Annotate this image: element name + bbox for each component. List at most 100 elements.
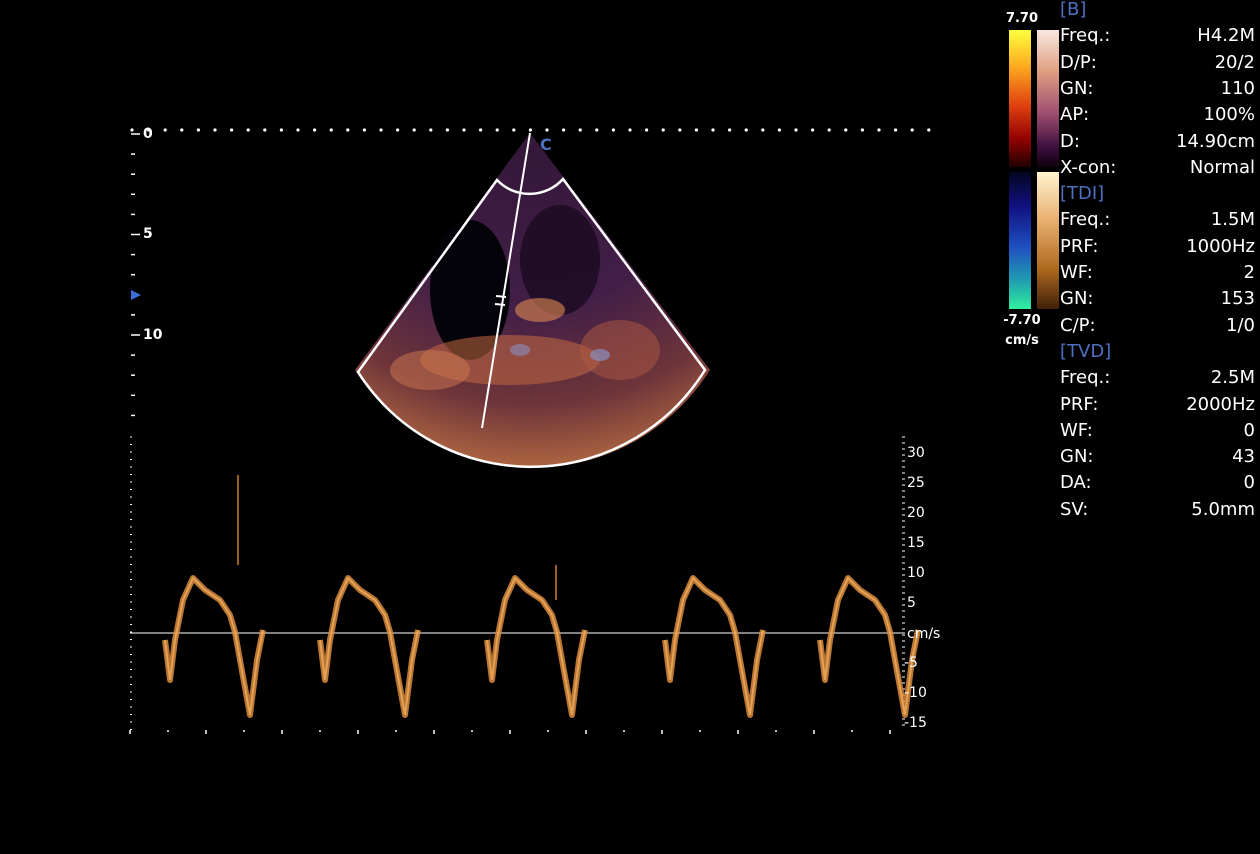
- b-mode-param-key: X-con:: [1060, 156, 1117, 178]
- top-dot: [877, 128, 881, 132]
- top-dot: [495, 128, 499, 132]
- top-dot: [661, 128, 665, 132]
- tvd-param-row: Freq.: 2.5M: [1060, 365, 1255, 391]
- top-dot: [230, 128, 234, 132]
- b-mode-param-key: AP:: [1060, 104, 1090, 126]
- top-dot: [396, 128, 400, 132]
- velocity-tick-label: 15: [907, 535, 925, 551]
- spectrum-cycle: [162, 575, 266, 718]
- top-dot: [645, 128, 649, 132]
- b-mode-param-value: 110: [1220, 77, 1255, 99]
- tvd-param-value: 0: [1243, 419, 1255, 441]
- sample-volume-gate-top[interactable]: [495, 295, 507, 298]
- velocity-tick-label: 10: [907, 565, 925, 581]
- top-dot: [744, 128, 748, 132]
- top-dot: [379, 128, 383, 132]
- tdi-param-value: 153: [1220, 288, 1255, 310]
- tvd-param-row: GN: 43: [1060, 444, 1255, 470]
- top-dot: [313, 128, 317, 132]
- tdi-param-key: PRF:: [1060, 235, 1099, 257]
- top-dot: [196, 128, 200, 132]
- top-dot: [130, 128, 134, 132]
- velocity-unit-label: cm/s: [907, 626, 941, 642]
- velocity-tick-label: 25: [907, 475, 925, 491]
- tdi-param-key: GN:: [1060, 288, 1094, 310]
- top-dot: [811, 128, 815, 132]
- velocity-tick-label: 20: [907, 505, 925, 521]
- spectrum-cycle: [484, 575, 588, 718]
- echo-sector-image: [355, 133, 710, 468]
- tvd-param-key: GN:: [1060, 446, 1094, 468]
- velocity-tick-label: 30: [907, 445, 925, 461]
- top-dot: [694, 128, 699, 132]
- depth-label-5: 5: [143, 226, 153, 242]
- top-dot: [346, 128, 350, 132]
- top-dot: [894, 128, 898, 132]
- b-mode-param-row: Freq.: H4.2M: [1060, 23, 1255, 49]
- b-mode-param-key: GN:: [1060, 77, 1094, 99]
- tdi-param-value: 1000Hz: [1186, 235, 1255, 257]
- top-dot: [329, 128, 333, 132]
- tdi-param-key: WF:: [1060, 262, 1093, 283]
- doppler-bottom-ticks: [129, 730, 891, 734]
- doppler-colormap-bar: [1037, 172, 1059, 309]
- top-dot: [578, 128, 582, 132]
- b-mode-param-row: D: 14.90cm: [1060, 129, 1255, 155]
- b-mode-param-value: 100%: [1203, 104, 1255, 126]
- colorbar-bottom-label: -7.70: [1003, 313, 1041, 328]
- tvd-param-value: 0: [1243, 472, 1255, 494]
- depth-top-dotted-line: [130, 128, 931, 132]
- sample-volume-gate-bottom[interactable]: [494, 303, 506, 306]
- top-dot: [362, 128, 366, 132]
- depth-label-0: 0: [143, 126, 153, 142]
- top-dot: [429, 128, 433, 132]
- spectrum-cycle: [662, 575, 766, 718]
- top-dot: [263, 128, 267, 132]
- top-dot: [545, 128, 549, 132]
- top-dot: [562, 128, 566, 132]
- tdi-param-row: WF: 2: [1060, 260, 1255, 286]
- top-dot: [445, 128, 449, 132]
- tvd-param-key: Freq.:: [1060, 367, 1111, 389]
- top-dot: [412, 128, 416, 132]
- b-mode-param-row: AP: 100%: [1060, 102, 1255, 128]
- tvd-param-key: SV:: [1060, 498, 1089, 520]
- top-dot: [611, 128, 616, 132]
- top-dot: [462, 128, 466, 132]
- tvd-param-key: WF:: [1060, 419, 1093, 441]
- probe-orientation-marker: C: [540, 135, 552, 154]
- b-mode-param-value: Normal: [1189, 156, 1255, 178]
- top-dot: [512, 128, 516, 132]
- doppler-time-ticks: [130, 436, 132, 730]
- tdi-param-row: GN: 153: [1060, 286, 1255, 312]
- b-mode-param-row: GN: 110: [1060, 76, 1255, 102]
- tdi-param-row: Freq.: 1.5M: [1060, 207, 1255, 233]
- top-dot: [279, 128, 283, 132]
- doppler-velocity-ticks: [902, 436, 905, 726]
- tvd-param-key: DA:: [1060, 472, 1092, 494]
- b-mode-param-row: D/P: 20/2: [1060, 50, 1255, 76]
- colorbar-top-label: 7.70: [1005, 11, 1039, 26]
- top-dot: [678, 128, 682, 132]
- tvd-param-key: PRF:: [1060, 393, 1099, 415]
- velocity-tick-label: -15: [904, 715, 927, 731]
- top-dot: [628, 128, 632, 132]
- top-dot: [180, 128, 184, 132]
- b-mode-param-row: X-con: Normal: [1060, 155, 1255, 181]
- top-dot: [927, 128, 931, 132]
- tvd-section-header: [TVD]: [1060, 340, 1112, 362]
- focus-marker-icon[interactable]: [131, 290, 141, 300]
- top-dot: [910, 128, 914, 132]
- spectrum-cycle: [317, 575, 421, 718]
- tdi-colorbar-negative: [1009, 172, 1031, 309]
- tdi-param-value: 1.5M: [1210, 209, 1255, 231]
- tvd-param-row: WF: 0: [1060, 418, 1255, 444]
- tdi-param-key: C/P:: [1060, 314, 1096, 336]
- doppler-spectrum-trace: [162, 475, 921, 718]
- colorbar-unit-label: cm/s: [1005, 333, 1039, 348]
- top-dot: [479, 128, 483, 132]
- b-mode-param-value: H4.2M: [1197, 25, 1255, 47]
- top-dot: [860, 128, 865, 132]
- velocity-tick-label: -5: [904, 655, 918, 671]
- b-mode-param-value: 20/2: [1214, 51, 1255, 73]
